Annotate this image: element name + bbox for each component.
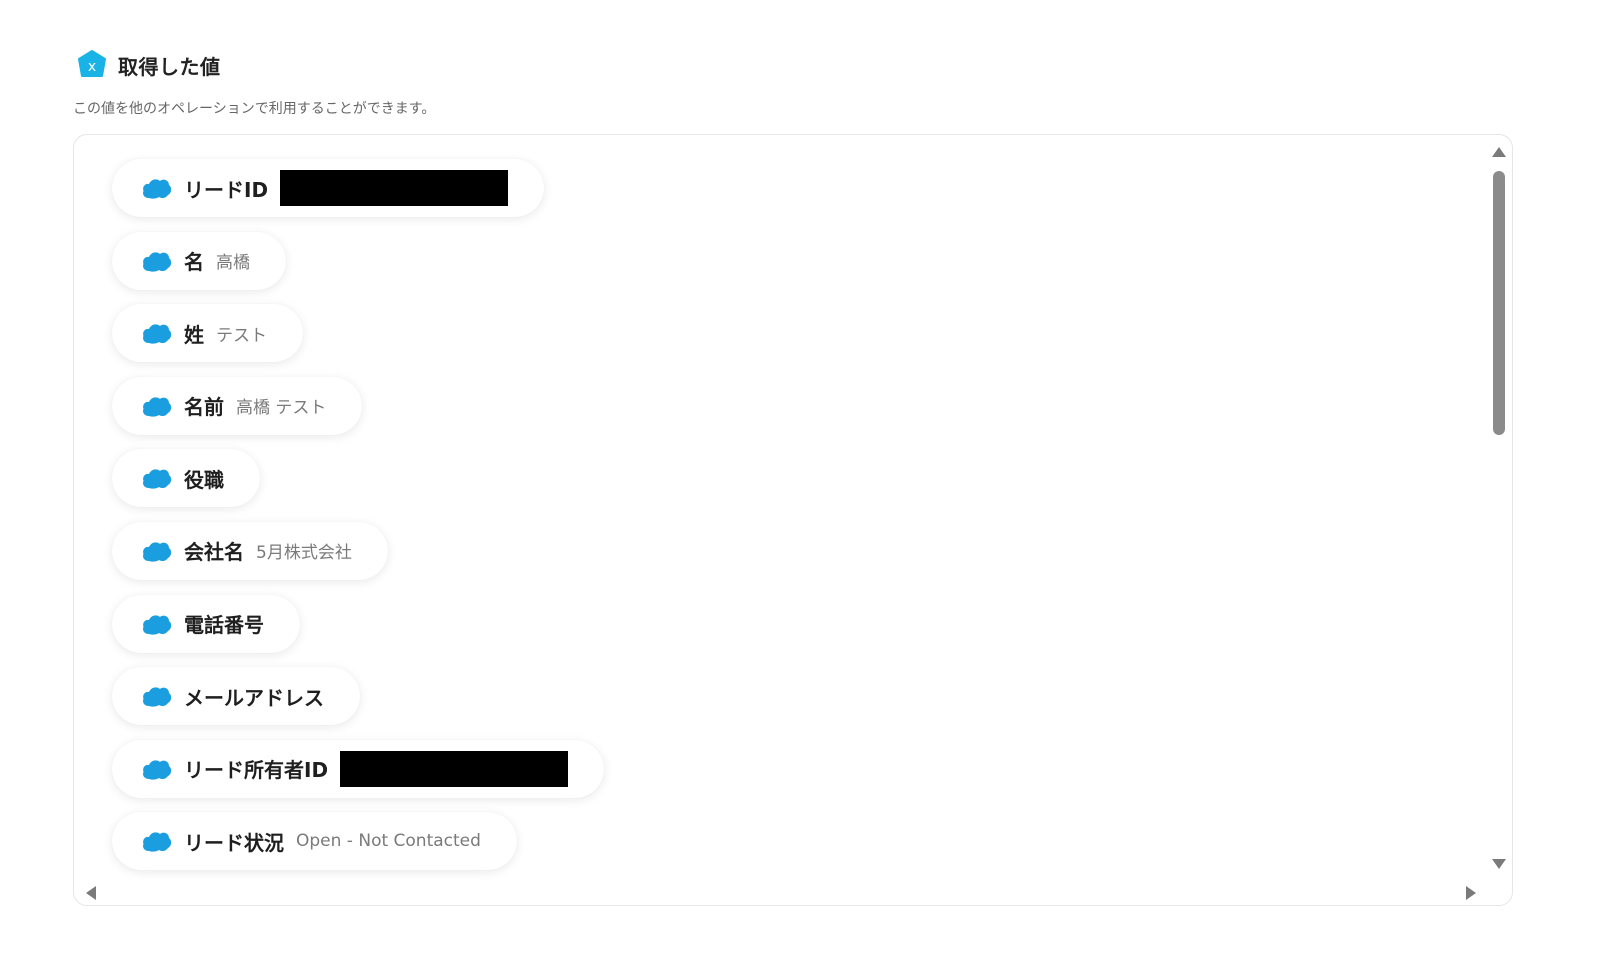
value-chip-owner-id[interactable]: リード所有者ID — [112, 739, 605, 798]
value-chip-lead-id[interactable]: リードID — [112, 159, 545, 217]
section-header: x 取得した値 — [76, 48, 221, 82]
yoom-hexagon-icon: x — [78, 50, 106, 77]
svg-text:x: x — [88, 59, 96, 75]
salesforce-cloud-icon — [143, 687, 172, 707]
value-chip-lead-status[interactable]: リード状況 Open - Not Contacted — [112, 812, 517, 871]
chip-value: 高橋 — [216, 253, 250, 274]
vertical-scrollbar[interactable] — [1486, 135, 1512, 905]
chip-label: リード状況 — [184, 830, 284, 855]
chip-label: リードID — [184, 177, 269, 202]
chip-label: メールアドレス — [184, 685, 324, 710]
salesforce-cloud-icon — [143, 542, 172, 562]
values-panel: リードID 名 高橋 姓 テスト 名前 高橋 テスト 役職 会社名 5月株式会社 — [73, 134, 1513, 906]
section-title: 取得した値 — [118, 54, 221, 79]
chip-label: 姓 — [184, 322, 204, 347]
value-chip-first-name[interactable]: 名 高橋 — [112, 231, 286, 290]
chip-value: 高橋 テスト — [236, 398, 327, 419]
value-chip-full-name[interactable]: 名前 高橋 テスト — [112, 376, 363, 435]
chip-label: 名前 — [184, 395, 224, 420]
salesforce-cloud-icon — [143, 614, 172, 635]
redacted-value — [280, 170, 509, 206]
salesforce-cloud-icon — [143, 179, 172, 199]
scroll-right-arrow-icon[interactable] — [1466, 886, 1476, 900]
section-description: この値を他のオペレーションで利用することができます。 — [73, 101, 436, 117]
salesforce-cloud-icon — [143, 832, 172, 853]
salesforce-cloud-icon — [143, 469, 172, 490]
value-chip-email[interactable]: メールアドレス — [112, 667, 360, 726]
scroll-left-arrow-icon[interactable] — [86, 886, 96, 900]
value-chip-last-name[interactable]: 姓 テスト — [112, 304, 303, 363]
salesforce-cloud-icon — [143, 324, 172, 344]
chip-label: リード所有者ID — [184, 758, 329, 783]
horizontal-scrollbar[interactable] — [74, 881, 1512, 905]
scrollbar-thumb[interactable] — [1493, 171, 1505, 435]
chip-label: 会社名 — [184, 540, 244, 565]
chip-value: Open - Not Contacted — [296, 831, 481, 852]
scroll-down-arrow-icon[interactable] — [1492, 859, 1506, 869]
chip-value: 5月株式会社 — [256, 543, 352, 564]
values-list: リードID 名 高橋 姓 テスト 名前 高橋 テスト 役職 会社名 5月株式会社 — [112, 159, 605, 885]
salesforce-cloud-icon — [143, 760, 172, 780]
value-chip-title[interactable]: 役職 — [112, 449, 260, 508]
scroll-up-arrow-icon[interactable] — [1492, 147, 1506, 157]
chip-label: 名 — [184, 250, 204, 275]
value-chip-company[interactable]: 会社名 5月株式会社 — [112, 521, 388, 580]
salesforce-cloud-icon — [143, 251, 172, 272]
redacted-value — [340, 750, 569, 787]
chip-label: 電話番号 — [184, 613, 264, 638]
salesforce-cloud-icon — [143, 397, 172, 417]
chip-value: テスト — [216, 325, 267, 346]
value-chip-phone[interactable]: 電話番号 — [112, 594, 300, 653]
chip-label: 役職 — [184, 467, 224, 492]
